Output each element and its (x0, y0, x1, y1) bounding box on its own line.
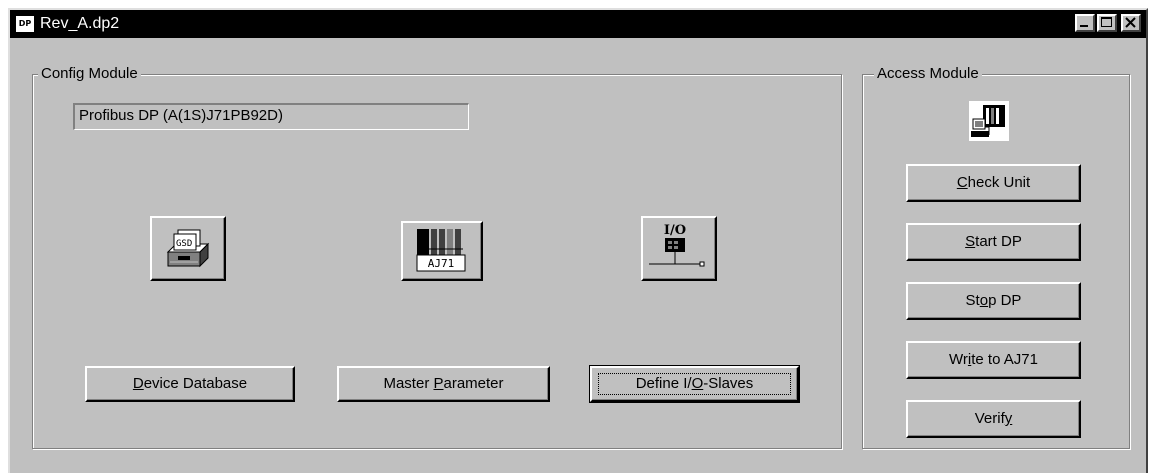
master-parameter-icon-button[interactable]: AJ71 (401, 221, 483, 281)
aj71-label: AJ71 (428, 257, 455, 270)
access-module-title: Access Module (874, 65, 982, 83)
aj71-master-icon: AJ71 (416, 229, 466, 272)
master-parameter-button[interactable]: Master Parameter (337, 366, 550, 402)
verify-button[interactable]: Verify (906, 400, 1081, 438)
define-io-slaves-button[interactable]: Define I/O-Slaves (589, 365, 800, 403)
minimize-button[interactable] (1075, 14, 1095, 32)
gsd-database-icon: GSD (166, 229, 210, 268)
maximize-button[interactable] (1097, 14, 1117, 32)
app-dp-icon[interactable]: DP (16, 16, 34, 32)
focus-ring (598, 373, 791, 395)
access-module-group: Access Module Check Unit Start DP Stop D… (862, 65, 1130, 449)
access-module-icon (969, 101, 1009, 141)
config-module-group: Config Module Profibus DP (A(1S)J71PB92D… (32, 65, 842, 449)
device-database-icon-button[interactable]: GSD (150, 216, 226, 281)
start-dp-button[interactable]: Start DP (906, 223, 1081, 261)
module-name-field: Profibus DP (A(1S)J71PB92D) (73, 103, 469, 130)
dialog-window: DP Rev_A.dp2 Config Module Profibus DP (… (8, 8, 1148, 473)
define-io-slaves-icon-button[interactable]: I/O (641, 216, 717, 281)
minimize-icon (1080, 25, 1088, 27)
io-slave-icon: I/O (649, 223, 705, 267)
title-bar[interactable]: DP Rev_A.dp2 (10, 10, 1146, 38)
device-database-button[interactable]: Device Database (85, 366, 295, 402)
maximize-icon (1101, 17, 1112, 27)
close-button[interactable] (1121, 14, 1141, 32)
stop-dp-button[interactable]: Stop DP (906, 282, 1081, 320)
check-unit-button[interactable]: Check Unit (906, 164, 1081, 202)
gsd-label: GSD (176, 239, 192, 249)
close-icon (1125, 17, 1136, 28)
window-title: Rev_A.dp2 (40, 15, 120, 32)
config-module-title: Config Module (38, 65, 141, 83)
write-to-aj71-button[interactable]: Write to AJ71 (906, 341, 1081, 379)
io-label: I/O (664, 223, 686, 238)
